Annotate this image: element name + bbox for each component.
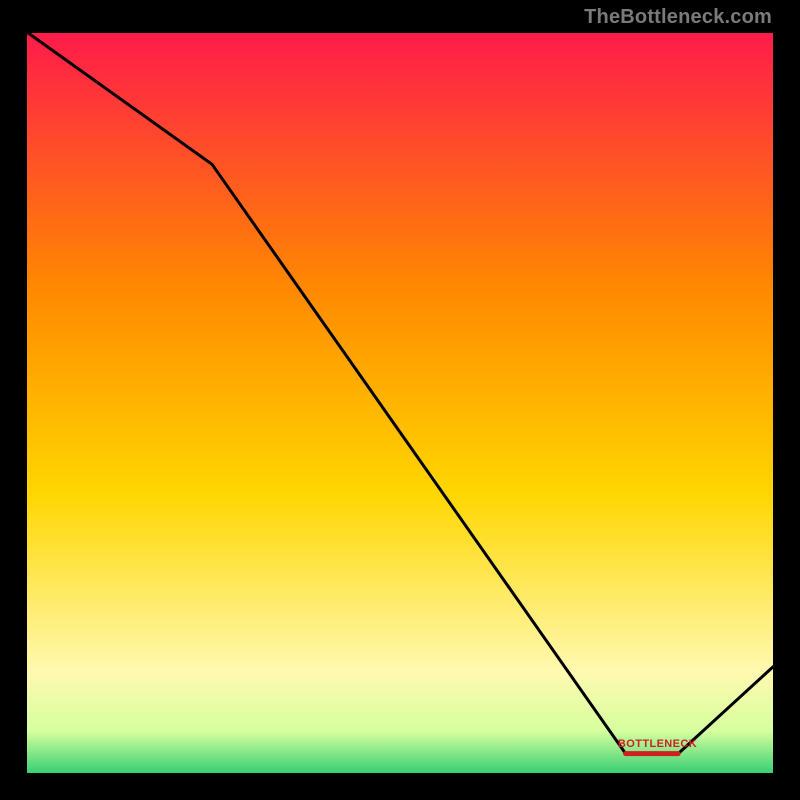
- plot-area: BOTTLENECK: [24, 30, 776, 776]
- chart-container: TheBottleneck.com: [0, 0, 800, 800]
- gradient-background: [24, 30, 776, 776]
- attribution-text: TheBottleneck.com: [584, 6, 772, 29]
- minimum-label: BOTTLENECK: [618, 738, 697, 750]
- chart-svg: [24, 30, 776, 776]
